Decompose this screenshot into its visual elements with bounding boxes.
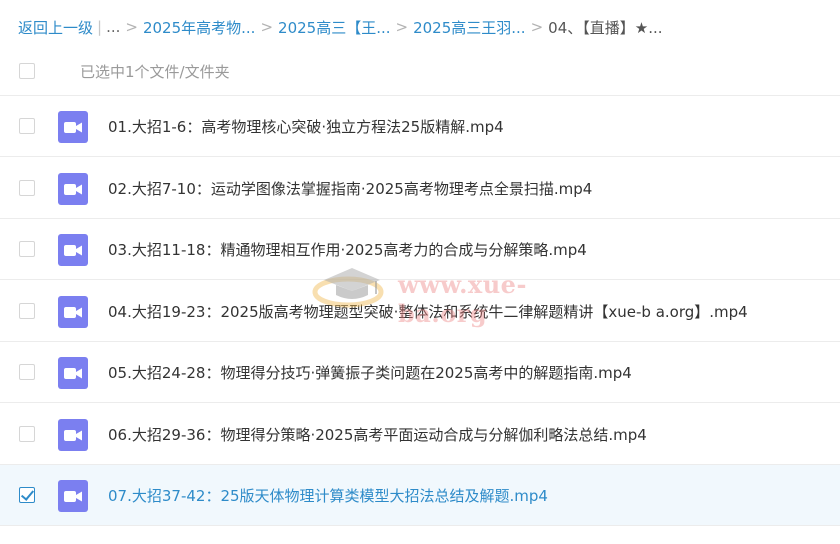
select-all-row: 已选中1个文件/文件夹 — [0, 46, 840, 96]
breadcrumb-item[interactable]: 2025高三【王... — [278, 17, 390, 38]
chevron-right-icon: > — [530, 18, 544, 36]
file-checkbox[interactable] — [19, 364, 35, 380]
file-name[interactable]: 03.大招11-18：精通物理相互作用·2025高考力的合成与分解策略.mp4 — [108, 239, 587, 260]
file-name[interactable]: 05.大招24-28：物理得分技巧·弹簧振子类问题在2025高考中的解题指南.m… — [108, 362, 632, 383]
breadcrumb-divider: | — [97, 18, 103, 36]
file-name[interactable]: 04.大招19-23：2025版高考物理题型突破·整体法和系统牛二律解题精讲【x… — [108, 301, 748, 322]
video-file-icon — [58, 295, 88, 328]
file-browser: 返回上一级 | ... > 2025年高考物... > 2025高三【王... … — [0, 0, 840, 544]
file-row[interactable]: 05.大招24-28：物理得分技巧·弹簧振子类问题在2025高考中的解题指南.m… — [0, 342, 840, 403]
file-name[interactable]: 02.大招7-10：运动学图像法掌握指南·2025高考物理考点全景扫描.mp4 — [108, 178, 592, 199]
file-checkbox[interactable] — [19, 241, 35, 257]
file-row[interactable]: 06.大招29-36：物理得分策略·2025高考平面运动合成与分解伽利略法总结.… — [0, 404, 840, 465]
breadcrumb-item[interactable]: 2025年高考物... — [143, 17, 255, 38]
video-file-icon — [58, 234, 88, 266]
video-file-icon — [58, 357, 88, 389]
selection-count: 已选中1个文件/文件夹 — [80, 63, 230, 81]
video-file-icon — [58, 111, 88, 143]
chevron-right-icon: > — [395, 18, 409, 36]
file-name[interactable]: 07.大招37-42：25版天体物理计算类模型大招法总结及解题.mp4 — [108, 485, 548, 506]
file-checkbox[interactable] — [19, 425, 35, 442]
breadcrumb-current: 04、【直播】★... — [548, 18, 663, 37]
file-checkbox[interactable] — [19, 302, 35, 319]
file-checkbox[interactable] — [19, 487, 35, 503]
file-row[interactable]: 07.大招37-42：25版天体物理计算类模型大招法总结及解题.mp4 — [0, 465, 840, 526]
select-all-checkbox[interactable] — [19, 63, 35, 79]
video-file-icon — [58, 172, 88, 205]
chevron-right-icon: > — [260, 18, 274, 36]
video-file-icon — [58, 418, 88, 451]
back-link[interactable]: 返回上一级 — [18, 17, 93, 38]
file-row[interactable]: 01.大招1-6：高考物理核心突破·独立方程法25版精解.mp4 — [0, 96, 840, 157]
breadcrumb-item[interactable]: 2025高三王羽... — [413, 17, 525, 38]
file-name[interactable]: 01.大招1-6：高考物理核心突破·独立方程法25版精解.mp4 — [108, 116, 504, 137]
file-row[interactable]: 04.大招19-23：2025版高考物理题型突破·整体法和系统牛二律解题精讲【x… — [0, 281, 840, 342]
file-name[interactable]: 06.大招29-36：物理得分策略·2025高考平面运动合成与分解伽利略法总结.… — [108, 424, 647, 445]
chevron-right-icon: > — [125, 18, 138, 36]
breadcrumb-ellipsis[interactable]: ... — [106, 18, 120, 36]
file-row[interactable]: 02.大招7-10：运动学图像法掌握指南·2025高考物理考点全景扫描.mp4 — [0, 158, 840, 219]
file-checkbox[interactable] — [19, 179, 35, 196]
file-row[interactable]: 03.大招11-18：精通物理相互作用·2025高考力的合成与分解策略.mp4 — [0, 219, 840, 280]
video-file-icon — [58, 480, 88, 512]
breadcrumb: 返回上一级 | ... > 2025年高考物... > 2025高三【王... … — [18, 14, 663, 40]
file-checkbox[interactable] — [19, 118, 35, 134]
